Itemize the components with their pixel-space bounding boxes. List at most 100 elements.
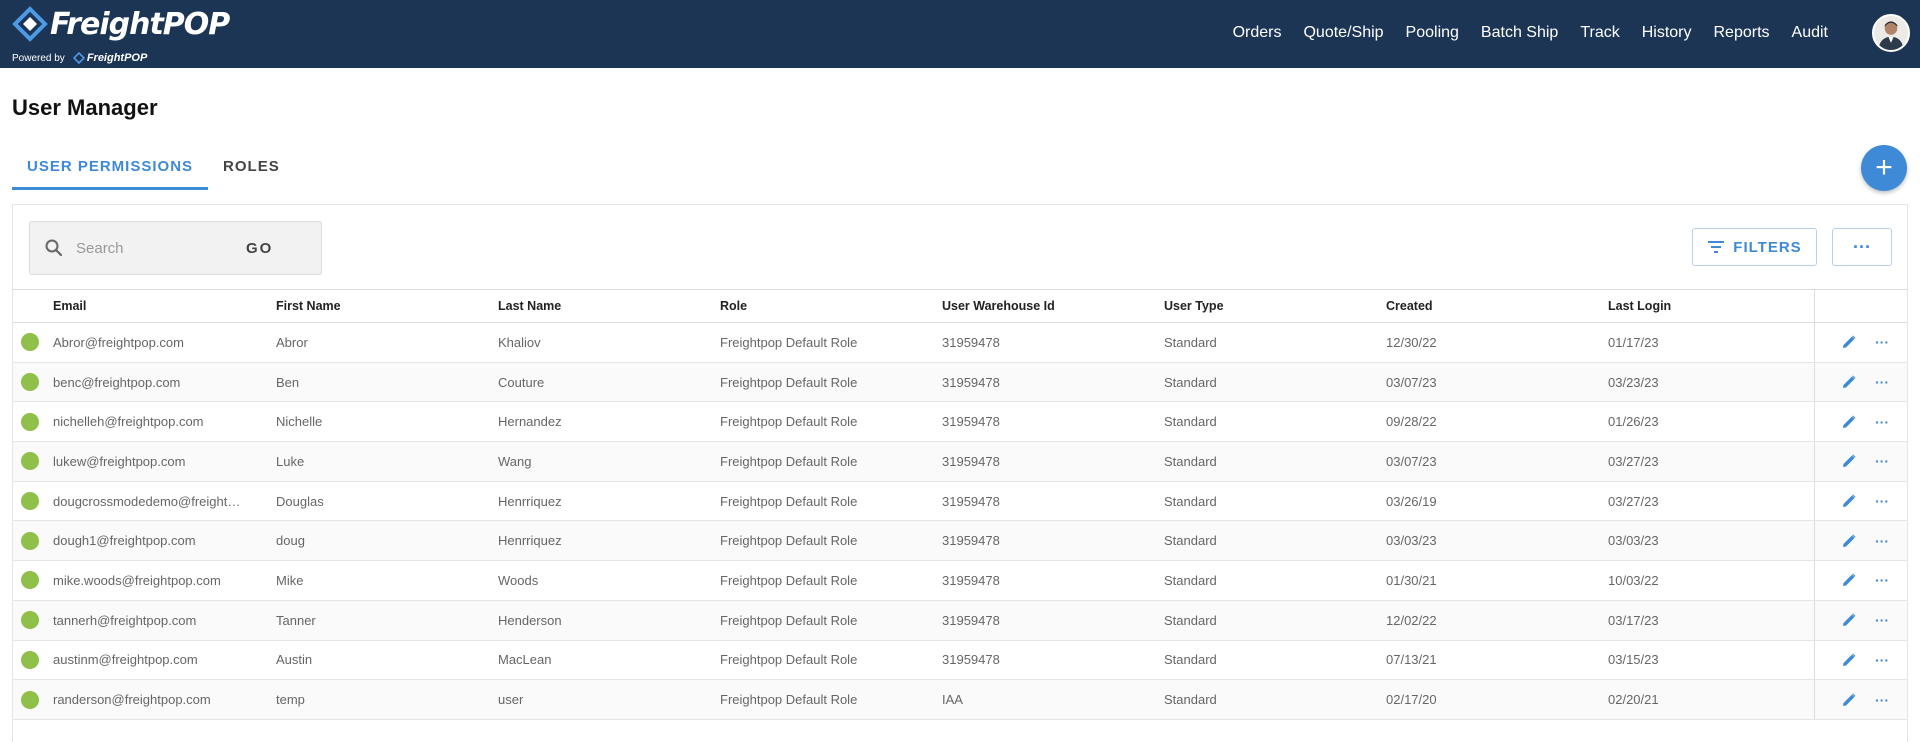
edit-pencil-icon[interactable] [1841,652,1857,668]
search-input[interactable] [76,239,246,257]
tab-bar: USER PERMISSIONS ROLES [12,150,295,190]
user-type-cell: Standard [1164,533,1217,549]
tab-roles[interactable]: ROLES [208,150,295,190]
edit-pencil-icon[interactable] [1841,453,1857,469]
row-more-icon[interactable]: ··· [1875,493,1889,509]
col-role[interactable]: Role [720,299,747,313]
status-active-icon [21,611,39,630]
row-more-icon[interactable]: ··· [1875,612,1889,628]
edit-pencil-icon[interactable] [1841,692,1857,708]
table-row[interactable]: lukew@freightpop.com Luke Wang Freightpop D… [13,442,1907,482]
nav-orders[interactable]: Orders [1233,24,1282,42]
row-more-icon[interactable]: ··· [1875,692,1889,708]
go-button[interactable]: GO [246,240,273,257]
freightpop-logo[interactable]: FreightPOP [12,6,230,42]
powered-by: Powered by FreightPOP [12,52,147,64]
created-cell: 12/02/22 [1386,612,1437,628]
last-name-cell: Henrriquez [498,493,562,509]
row-more-icon[interactable]: ··· [1875,414,1889,430]
table-row[interactable]: Abror@freightpop.com Abror Khaliov Freightp… [13,323,1907,363]
warehouse-id-cell: 31959478 [942,414,1000,430]
role-cell: Freightpop Default Role [720,493,858,509]
row-actions [1814,362,1907,402]
row-actions [1814,402,1907,442]
nav-audit[interactable]: Audit [1792,24,1828,42]
created-cell: 03/03/23 [1386,533,1437,549]
col-email[interactable]: Email [53,299,243,313]
nav-reports[interactable]: Reports [1714,24,1770,42]
last-name-cell: Henderson [498,612,562,628]
table-row[interactable]: dough1@freightpop.com doug Henrriquez Freig… [13,521,1907,562]
nav-quote-ship[interactable]: Quote/Ship [1303,24,1383,42]
table-row[interactable]: dougcrossmodedemo@freightp... Douglas Henr… [13,481,1907,522]
status-active-icon [21,650,39,669]
created-cell: 01/30/21 [1386,572,1437,588]
status-active-icon [21,412,39,431]
user-type-cell: Standard [1164,652,1217,668]
row-actions [1814,600,1907,640]
col-user-warehouse-id[interactable]: User Warehouse Id [942,299,1055,313]
row-actions [1814,481,1907,521]
table-row[interactable]: benc@freightpop.com Ben Couture Freightpop … [13,362,1907,403]
edit-pencil-icon[interactable] [1841,612,1857,628]
last-name-cell: Woods [498,572,539,588]
row-more-icon[interactable]: ··· [1875,453,1889,469]
created-cell: 03/26/19 [1386,493,1437,509]
col-user-type[interactable]: User Type [1164,299,1224,313]
edit-pencil-icon[interactable] [1841,493,1857,509]
table-row[interactable]: mike.woods@freightpop.com Mike Woods Freigh… [13,561,1907,601]
col-last-name[interactable]: Last Name [498,299,561,313]
first-name-cell: Nichelle [276,414,323,430]
last-name-cell: Hernandez [498,414,562,430]
edit-pencil-icon[interactable] [1841,572,1857,588]
warehouse-id-cell: 31959478 [942,334,1000,350]
user-avatar[interactable] [1872,14,1910,52]
table-row[interactable]: randerson@freightpop.com temp user Freightp… [13,680,1907,720]
add-user-button[interactable]: + [1861,145,1907,191]
last-login-cell: 01/26/23 [1608,414,1659,430]
first-name-cell: Douglas [276,493,324,509]
row-more-icon[interactable]: ··· [1875,533,1889,549]
table-row[interactable]: austinm@freightpop.com Austin MacLean Freig… [13,640,1907,681]
table-row[interactable]: tannerh@freightpop.com Tanner Henderson Fre… [13,600,1907,641]
role-cell: Freightpop Default Role [720,692,858,708]
created-cell: 07/13/21 [1386,652,1437,668]
edit-pencil-icon[interactable] [1841,334,1857,350]
edit-pencil-icon[interactable] [1841,374,1857,390]
more-options-button[interactable]: ··· [1832,228,1892,266]
row-more-icon[interactable]: ··· [1875,374,1889,390]
nav-track[interactable]: Track [1580,24,1619,42]
created-cell: 03/07/23 [1386,374,1437,390]
edit-pencil-icon[interactable] [1841,533,1857,549]
last-name-cell: Couture [498,374,545,390]
filter-icon [1708,241,1725,253]
more-icon: ··· [1853,236,1871,257]
search-icon [45,239,63,257]
nav-history[interactable]: History [1642,24,1692,42]
filters-button[interactable]: FILTERS [1692,228,1817,266]
email-cell: austinm@freightpop.com [53,652,198,668]
table-row[interactable]: nichelleh@freightpop.com Nichelle Hernande… [13,402,1907,443]
status-active-icon [21,333,39,352]
nav-pooling[interactable]: Pooling [1406,24,1459,42]
powered-brand-text: FreightPOP [86,52,148,64]
users-table: Email First Name Last Name Role User War… [13,289,1907,720]
col-created[interactable]: Created [1386,299,1433,313]
col-last-login[interactable]: Last Login [1608,299,1671,313]
user-type-cell: Standard [1164,493,1217,509]
nav-batch-ship[interactable]: Batch Ship [1481,24,1558,42]
row-more-icon[interactable]: ··· [1875,334,1889,350]
row-more-icon[interactable]: ··· [1875,572,1889,588]
role-cell: Freightpop Default Role [720,612,858,628]
user-type-cell: Standard [1164,612,1217,628]
warehouse-id-cell: 31959478 [942,612,1000,628]
row-more-icon[interactable]: ··· [1875,652,1889,668]
col-first-name[interactable]: First Name [276,299,341,313]
warehouse-id-cell: 31959478 [942,652,1000,668]
last-login-cell: 03/15/23 [1608,652,1659,668]
status-active-icon [21,531,39,550]
warehouse-id-cell: 31959478 [942,493,1000,509]
page-title: User Manager [12,95,158,120]
edit-pencil-icon[interactable] [1841,414,1857,430]
tab-user-permissions[interactable]: USER PERMISSIONS [12,150,209,190]
